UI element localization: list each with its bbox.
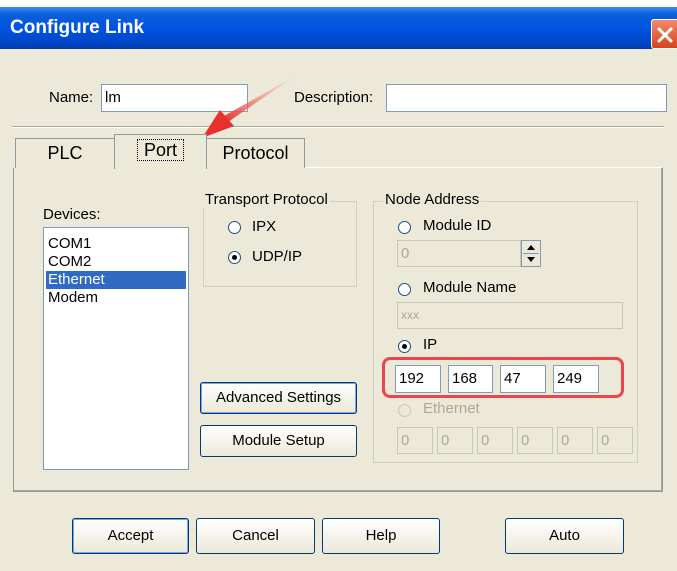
ethernet-octet-field[interactable]: 0 (517, 427, 553, 454)
module-name-field[interactable]: xxx (397, 302, 623, 329)
tab-port[interactable]: Port (114, 134, 207, 169)
list-item-selected[interactable]: Ethernet (46, 271, 186, 289)
accept-button[interactable]: Accept (72, 518, 189, 554)
module-name-label: Module Name (423, 279, 517, 296)
module-setup-button[interactable]: Module Setup (200, 425, 357, 457)
description-label: Description: (294, 89, 374, 106)
ethernet-octet-field[interactable]: 0 (557, 427, 593, 454)
tab-plc-label: PLC (47, 143, 83, 163)
advanced-settings-button[interactable]: Advanced Settings (200, 382, 357, 414)
udpip-radio[interactable] (228, 251, 241, 264)
title-bar[interactable]: Configure Link (0, 7, 677, 49)
help-button[interactable]: Help (322, 518, 440, 554)
name-label: Name: (49, 89, 94, 106)
ethernet-label: Ethernet (423, 400, 480, 417)
module-id-radio[interactable] (398, 221, 411, 234)
ipx-radio[interactable] (228, 221, 241, 234)
close-icon (657, 27, 673, 43)
ethernet-octet-field[interactable]: 0 (477, 427, 513, 454)
ip-label: IP (423, 336, 438, 353)
list-item[interactable]: COM1 (46, 235, 186, 253)
ethernet-octet-field[interactable]: 0 (437, 427, 473, 454)
window-title: Configure Link (10, 17, 145, 38)
list-item[interactable]: Modem (46, 289, 186, 307)
list-item[interactable]: COM2 (46, 253, 186, 271)
ip-highlight-annotation (382, 357, 624, 398)
devices-label: Devices: (43, 206, 101, 223)
transport-protocol-title: Transport Protocol (203, 191, 330, 208)
udpip-label: UDP/IP (252, 248, 303, 265)
background-strip (0, 0, 677, 7)
module-name-radio[interactable] (398, 283, 411, 296)
description-input[interactable] (386, 84, 667, 112)
auto-button[interactable]: Auto (505, 518, 624, 554)
tab-protocol-label: Protocol (222, 143, 289, 163)
cancel-button[interactable]: Cancel (196, 518, 315, 554)
devices-list[interactable]: COM1 COM2 Ethernet Modem (43, 227, 189, 470)
tab-plc[interactable]: PLC (15, 138, 115, 168)
spin-arrows-icon (523, 245, 539, 262)
module-id-field[interactable]: 0 (397, 240, 521, 267)
transport-protocol-group (203, 201, 357, 287)
close-button[interactable] (651, 19, 677, 49)
separator (12, 126, 664, 128)
ip-radio[interactable] (398, 340, 411, 353)
tab-protocol[interactable]: Protocol (206, 138, 305, 168)
ethernet-octet-field[interactable]: 0 (397, 427, 433, 454)
module-id-label: Module ID (423, 217, 492, 234)
ipx-label: IPX (252, 218, 277, 235)
tab-port-label: Port (136, 139, 184, 161)
module-id-spinner[interactable] (521, 240, 541, 267)
ethernet-radio[interactable] (398, 404, 411, 417)
node-address-title: Node Address (383, 191, 482, 208)
ethernet-octet-field[interactable]: 0 (597, 427, 633, 454)
